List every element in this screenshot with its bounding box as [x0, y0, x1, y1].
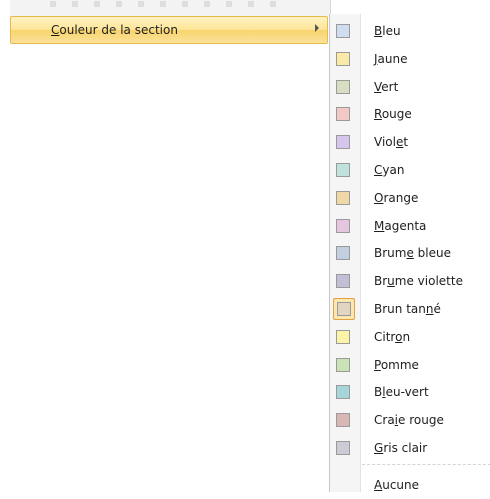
color-swatch-icon	[336, 441, 350, 455]
access-key: u	[387, 274, 395, 289]
color-swatch-icon	[333, 298, 355, 320]
access-key: i	[394, 413, 399, 428]
color-item-label: Jaune	[374, 51, 408, 66]
color-item-label: Bleu	[374, 24, 401, 38]
color-item-rouge[interactable]: Rouge	[330, 101, 490, 128]
color-item-vert[interactable]: Vert	[330, 74, 490, 101]
color-item-citron[interactable]: Citron	[330, 324, 490, 351]
parent-menu-edge	[10, 0, 331, 16]
color-item-brume-violette[interactable]: Brume violette	[330, 268, 490, 295]
color-swatch-icon	[336, 107, 350, 122]
color-item-magenta[interactable]: Magenta	[330, 213, 490, 240]
access-key: e	[395, 135, 404, 150]
section-color-label: Couleur de la section	[51, 23, 178, 37]
access-key: C	[374, 163, 383, 177]
access-key: e	[406, 246, 414, 261]
color-item-label: Citron	[374, 329, 411, 344]
color-item-cyan[interactable]: Cyan	[330, 157, 490, 184]
color-item-brun-tanne[interactable]: Brun tanné	[330, 296, 490, 323]
color-swatch-icon	[336, 163, 350, 177]
color-item-label: Cyan	[374, 163, 405, 177]
access-key: n	[425, 302, 434, 316]
color-item-brume-bleue[interactable]: Brume bleue	[330, 240, 490, 267]
color-item-label: Craie rouge	[374, 413, 444, 428]
color-swatch-icon	[336, 135, 350, 150]
access-key: B	[374, 24, 383, 38]
color-swatch-icon	[336, 246, 350, 261]
section-color-label-rest: ouleur de la section	[59, 23, 178, 37]
color-swatch-icon	[336, 218, 350, 233]
access-key: A	[374, 478, 383, 492]
color-swatch-icon	[336, 274, 350, 289]
color-item-violet[interactable]: Violet	[330, 129, 490, 156]
submenu-separator	[362, 464, 490, 465]
color-swatch-icon	[336, 190, 350, 205]
access-key: R	[374, 107, 382, 122]
access-key: l	[382, 385, 386, 400]
access-key: O	[374, 190, 384, 205]
parent-menu-previous-item	[50, 1, 290, 7]
color-item-bleu-vert[interactable]: Bleu-vert	[330, 379, 490, 406]
color-swatch-icon	[336, 51, 350, 66]
color-swatch-icon	[336, 329, 350, 344]
color-item-gris-clair[interactable]: Gris clair	[330, 435, 490, 462]
color-item-label: Orange	[374, 190, 419, 205]
access-key: M	[374, 218, 385, 233]
color-item-label: Violet	[374, 135, 409, 150]
color-item-label: Rouge	[374, 107, 412, 122]
section-color-submenu: Bleu Jaune Vert Rouge Violet Cyan Orange Magent…	[329, 14, 490, 492]
color-item-label: Gris clair	[374, 441, 428, 455]
access-key: P	[374, 357, 381, 372]
color-item-pomme[interactable]: Pomme	[330, 352, 490, 379]
color-item-label: Brume bleue	[374, 246, 451, 261]
menu-item-none-label: Aucune	[374, 478, 420, 492]
color-swatch-icon	[336, 79, 350, 94]
color-item-orange[interactable]: Orange	[330, 185, 490, 212]
color-item-label: Vert	[374, 79, 399, 94]
color-item-label: Magenta	[374, 218, 427, 233]
color-item-label: Brun tanné	[374, 302, 441, 316]
color-swatch-icon	[336, 24, 350, 38]
access-key: G	[374, 441, 384, 455]
color-item-label: Brume violette	[374, 274, 463, 289]
color-swatch-icon	[336, 357, 350, 372]
color-item-label: Bleu-vert	[374, 385, 429, 400]
color-swatch-icon	[336, 385, 350, 400]
menu-item-none[interactable]: Aucune	[330, 472, 490, 499]
submenu-arrow-icon	[315, 24, 319, 32]
section-color-menu-item[interactable]: Couleur de la section	[10, 16, 328, 44]
access-key: J	[374, 51, 378, 66]
access-key: o	[395, 329, 403, 344]
color-swatch-fill	[337, 302, 351, 316]
color-swatch-icon	[336, 413, 350, 428]
color-item-bleu[interactable]: Bleu	[330, 18, 490, 45]
color-item-jaune[interactable]: Jaune	[330, 46, 490, 73]
color-item-label: Pomme	[374, 357, 419, 372]
access-key: V	[374, 79, 382, 94]
color-item-craie-rouge[interactable]: Craie rouge	[330, 407, 490, 434]
